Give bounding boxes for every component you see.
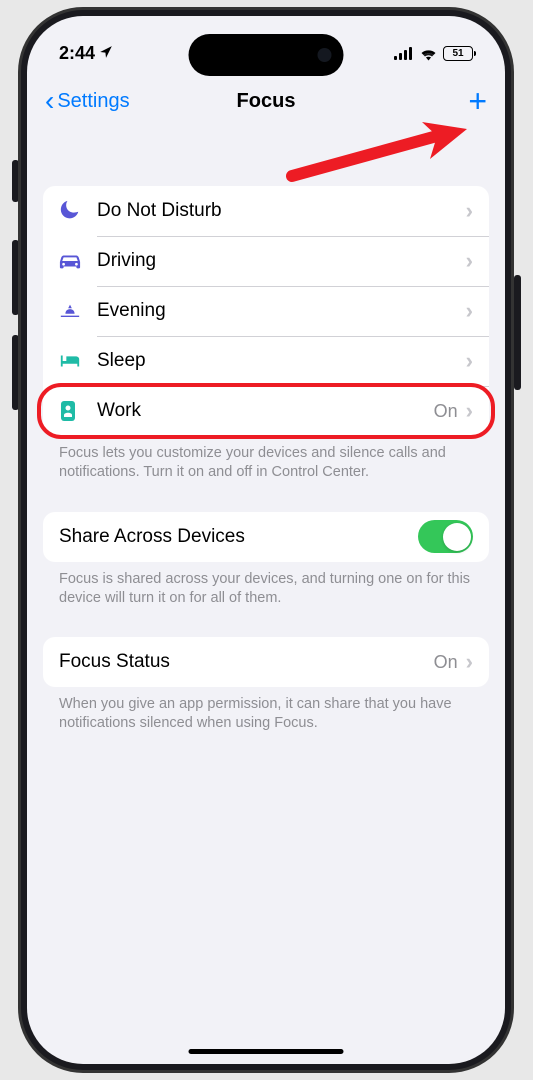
back-button[interactable]: ‹ Settings [45,87,130,115]
focus-mode-do-not-disturb[interactable]: Do Not Disturb › [43,186,489,236]
screen: 2:44 [27,16,505,1064]
chevron-right-icon: › [466,398,473,424]
focus-mode-work[interactable]: Work On › [43,386,489,436]
focus-mode-evening[interactable]: Evening › [43,286,489,336]
focus-status-section: Focus Status On › [43,637,489,687]
share-footer: Focus is shared across your devices, and… [43,562,489,608]
chevron-right-icon: › [466,348,473,374]
focus-mode-label: Evening [97,300,466,322]
battery-percent: 51 [452,48,463,59]
focus-mode-sleep[interactable]: Sleep › [43,336,489,386]
share-across-devices-row: Share Across Devices [43,512,489,562]
focus-mode-driving[interactable]: Driving › [43,236,489,286]
focus-modes-footer: Focus lets you customize your devices an… [43,436,489,482]
focus-status-footer: When you give an app permission, it can … [43,687,489,733]
focus-status-row[interactable]: Focus Status On › [43,637,489,687]
focus-modes-list: Do Not Disturb › Driving › Evening › [43,186,489,436]
share-toggle[interactable] [418,520,473,553]
page-title: Focus [237,90,296,113]
cellular-signal-icon [394,47,414,60]
nav-bar: ‹ Settings Focus + [27,76,505,126]
plus-icon: + [468,83,487,119]
status-time: 2:44 [59,43,95,64]
phone-frame: 2:44 [21,10,511,1070]
sunset-icon [59,302,87,320]
chevron-right-icon: › [466,298,473,324]
share-label: Share Across Devices [59,526,245,548]
back-label: Settings [57,90,129,113]
dynamic-island [189,34,344,76]
chevron-left-icon: ‹ [45,87,54,115]
focus-status-value: On [434,652,458,673]
share-section: Share Across Devices [43,512,489,562]
focus-mode-label: Work [97,400,434,422]
location-arrow-icon [99,45,113,62]
focus-mode-label: Sleep [97,350,466,372]
add-button[interactable]: + [468,85,487,117]
chevron-right-icon: › [466,198,473,224]
focus-status-label: Focus Status [59,651,434,673]
battery-icon: 51 [443,46,473,61]
focus-mode-label: Driving [97,250,466,272]
chevron-right-icon: › [466,649,473,675]
chevron-right-icon: › [466,248,473,274]
focus-mode-label: Do Not Disturb [97,200,466,222]
wifi-icon [419,47,438,61]
car-icon [59,251,87,271]
badge-icon [59,400,87,422]
bed-icon [59,353,87,369]
focus-mode-value: On [434,401,458,422]
moon-icon [59,200,87,222]
home-indicator[interactable] [189,1049,344,1054]
